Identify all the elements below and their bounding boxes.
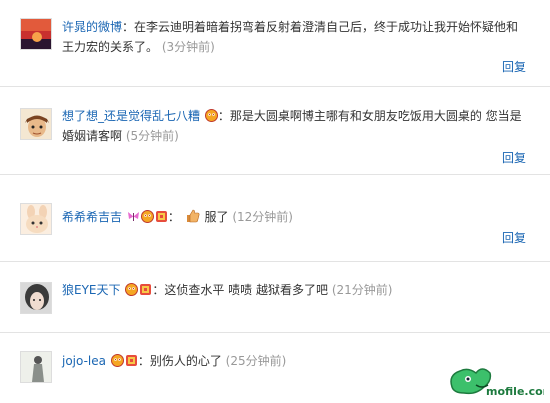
comment-time: (21分钟前) <box>331 283 393 297</box>
separator: ： <box>217 109 230 123</box>
separator: ： <box>167 210 180 224</box>
comment-time: (25分钟前) <box>225 354 287 368</box>
separator: ： <box>152 283 165 297</box>
vip-face-badge-icon[interactable] <box>125 283 139 296</box>
comment-username[interactable]: 许晁的微博 <box>62 20 122 34</box>
comment-username[interactable]: 想了想_还是觉得乱七八糟 <box>62 109 200 123</box>
standing-figure-avatar-icon <box>21 352 51 382</box>
avatar[interactable] <box>20 351 52 383</box>
level-medal-badge-icon[interactable] <box>125 354 138 367</box>
vip-face-badge-icon[interactable] <box>204 109 218 122</box>
comment-item: 许晁的微博：在李云迪明着暗着拐弯着反射着澄清自己后，终于成功让我开始怀疑他和王力… <box>0 0 550 87</box>
comment-body: 狼EYE天下 ：这侦查水平 啧啧 越狱看多了吧 (21分钟前) <box>62 280 528 300</box>
separator: ： <box>137 354 150 368</box>
comment-item: 狼EYE天下 ：这侦查水平 啧啧 越狱看多了吧 (21分钟前) <box>0 262 550 333</box>
thumbs-up-icon <box>186 209 200 223</box>
avatar[interactable] <box>20 203 52 235</box>
comment-username[interactable]: jojo-lea <box>62 354 106 368</box>
reply-button[interactable]: 回复 <box>502 58 526 75</box>
avatar[interactable] <box>20 108 52 140</box>
comment-time: (3分钟前) <box>161 40 215 54</box>
reply-button[interactable]: 回复 <box>502 149 526 166</box>
level-medal-badge-icon[interactable] <box>139 283 152 296</box>
avatar[interactable] <box>20 18 52 50</box>
comment-username[interactable]: 狼EYE天下 <box>62 283 121 297</box>
mofile-watermark-logo: mofile.com <box>450 368 544 398</box>
butterfly-badge-icon[interactable] <box>127 210 140 223</box>
girl-photo-avatar-icon <box>21 283 51 313</box>
comment-time: (5分钟前) <box>125 129 179 143</box>
watermark-text: mofile.com <box>486 385 544 398</box>
sunset-avatar-icon <box>21 19 51 49</box>
comment-time: (12分钟前) <box>232 210 293 224</box>
comment-feed: 许晁的微博：在李云迪明着暗着拐弯着反射着澄清自己后，终于成功让我开始怀疑他和王力… <box>0 0 550 403</box>
vip-face-badge-icon[interactable] <box>110 354 124 367</box>
comment-text: 这侦查水平 啧啧 越狱看多了吧 <box>164 283 328 297</box>
reply-button[interactable]: 回复 <box>502 229 526 246</box>
comment-item: 希希希吉吉 ： 服了 (12分钟前) 回复 <box>0 175 550 262</box>
comment-body: 想了想_还是觉得乱七八糟 ：那是大圆桌啊博主哪有和女朋友吃饭用大圆桌的 您当是婚… <box>62 106 528 146</box>
comment-body: 希希希吉吉 ： 服了 (12分钟前) <box>62 207 528 227</box>
vip-face-badge-icon[interactable] <box>140 210 154 223</box>
comment-item: 想了想_还是觉得乱七八糟 ：那是大圆桌啊博主哪有和女朋友吃饭用大圆桌的 您当是婚… <box>0 87 550 175</box>
comment-username[interactable]: 希希希吉吉 <box>62 210 122 224</box>
level-medal-badge-icon[interactable] <box>155 210 168 223</box>
separator: ： <box>122 20 135 34</box>
comment-text: 别伤人的心了 <box>149 354 222 368</box>
cartoon-boy-avatar-icon <box>21 109 51 139</box>
avatar[interactable] <box>20 282 52 314</box>
comment-text: 服了 <box>204 210 229 224</box>
comment-body: 许晁的微博：在李云迪明着暗着拐弯着反射着澄清自己后，终于成功让我开始怀疑他和王力… <box>62 17 528 57</box>
bunny-avatar-icon <box>21 204 51 234</box>
